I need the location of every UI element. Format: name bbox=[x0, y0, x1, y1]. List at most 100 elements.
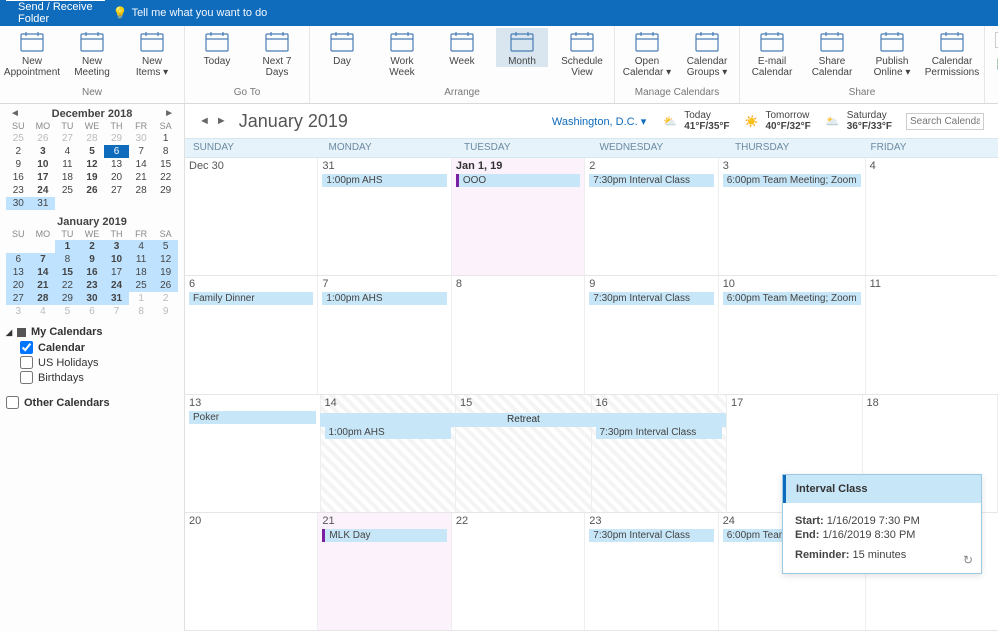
multiday-event-retreat[interactable]: Retreat bbox=[320, 413, 726, 427]
mini-cal-day[interactable]: 5 bbox=[55, 305, 80, 318]
mini-cal-day[interactable]: 17 bbox=[31, 171, 56, 184]
mini-cal-day[interactable]: 14 bbox=[129, 158, 154, 171]
menu-tab-send-receive[interactable]: Send / Receive bbox=[6, 1, 105, 13]
mini-cal-day[interactable]: 26 bbox=[80, 184, 105, 197]
mini-cal-day[interactable]: 8 bbox=[153, 145, 178, 158]
mini-cal-day[interactable]: 31 bbox=[31, 197, 56, 210]
mini-cal-day[interactable]: 21 bbox=[129, 171, 154, 184]
open-calendar[interactable]: OpenCalendar ▾ bbox=[621, 28, 673, 78]
mini-cal-day[interactable]: 17 bbox=[104, 266, 129, 279]
mini-cal-day[interactable]: 13 bbox=[104, 158, 129, 171]
mini-cal-day[interactable]: 24 bbox=[104, 279, 129, 292]
mini-cal-day[interactable]: 11 bbox=[55, 158, 80, 171]
mini-cal-day[interactable]: 26 bbox=[31, 132, 56, 145]
search-calendar-input[interactable] bbox=[906, 113, 984, 130]
mini-cal-day[interactable]: 1 bbox=[55, 240, 80, 253]
day-cell[interactable]: 106:00pm Team Meeting; Zoom bbox=[719, 276, 866, 393]
mini-cal-day[interactable]: 13 bbox=[6, 266, 31, 279]
day-cell[interactable]: 311:00pm AHS bbox=[318, 158, 451, 275]
mini-cal-day[interactable]: 20 bbox=[104, 171, 129, 184]
mini-cal-day[interactable]: 23 bbox=[80, 279, 105, 292]
mini-cal-day[interactable]: 23 bbox=[6, 184, 31, 197]
mini-cal-day[interactable]: 4 bbox=[31, 305, 56, 318]
calendar-event[interactable]: 1:00pm AHS bbox=[322, 292, 446, 305]
mini-cal-day[interactable] bbox=[31, 240, 56, 253]
mini-cal-day[interactable] bbox=[129, 197, 154, 210]
day-cell[interactable]: 237:30pm Interval Class bbox=[585, 513, 718, 630]
mini-cal-day[interactable]: 19 bbox=[153, 266, 178, 279]
mini-cal-day[interactable]: 15 bbox=[153, 158, 178, 171]
mini-cal-day[interactable]: 25 bbox=[6, 132, 31, 145]
new-items[interactable]: NewItems ▾ bbox=[126, 28, 178, 78]
calendar-event[interactable]: 1:00pm AHS bbox=[325, 426, 452, 439]
mini-cal-day[interactable]: 9 bbox=[153, 305, 178, 318]
mini-cal-day[interactable]: 2 bbox=[153, 292, 178, 305]
calendar-event[interactable]: Family Dinner bbox=[189, 292, 313, 305]
calendar-event[interactable]: Poker bbox=[189, 411, 316, 424]
month-view[interactable]: Month bbox=[496, 28, 548, 67]
weather-day[interactable]: 🌥️Saturday36°F/33°F bbox=[823, 110, 892, 132]
mini-cal-day[interactable]: 25 bbox=[55, 184, 80, 197]
day-cell[interactable]: 71:00pm AHS bbox=[318, 276, 451, 393]
mini-cal-day[interactable]: 3 bbox=[6, 305, 31, 318]
mini-cal-day[interactable]: 7 bbox=[104, 305, 129, 318]
mini-cal-day[interactable]: 4 bbox=[55, 145, 80, 158]
next7-btn[interactable]: Next 7Days bbox=[251, 28, 303, 78]
day-cell[interactable]: 21MLK Day bbox=[318, 513, 451, 630]
mini-cal-day[interactable]: 11 bbox=[129, 253, 154, 266]
calendar-permissions[interactable]: CalendarPermissions bbox=[926, 28, 978, 78]
mini-cal-day[interactable]: 26 bbox=[153, 279, 178, 292]
mini-cal-day[interactable]: 28 bbox=[31, 292, 56, 305]
day-cell[interactable]: 22 bbox=[452, 513, 585, 630]
mini-cal-day[interactable]: 27 bbox=[55, 132, 80, 145]
calendar-groups[interactable]: CalendarGroups ▾ bbox=[681, 28, 733, 78]
calendar-checkbox[interactable] bbox=[20, 341, 33, 354]
mini-cal-day[interactable]: 14 bbox=[31, 266, 56, 279]
mini-cal-day[interactable]: 8 bbox=[129, 305, 154, 318]
publish-online[interactable]: PublishOnline ▾ bbox=[866, 28, 918, 78]
calendar-event[interactable]: 7:30pm Interval Class bbox=[589, 292, 713, 305]
mini-cal-day[interactable] bbox=[80, 197, 105, 210]
email-calendar[interactable]: E-mailCalendar bbox=[746, 28, 798, 78]
tell-me-search[interactable]: 💡 Tell me what you want to do bbox=[113, 6, 268, 20]
mini-cal-day[interactable]: 8 bbox=[55, 253, 80, 266]
day-cell[interactable]: 97:30pm Interval Class bbox=[585, 276, 718, 393]
prev-month-btn[interactable]: ◄ bbox=[199, 115, 210, 127]
mini-cal-day[interactable]: 15 bbox=[55, 266, 80, 279]
day-cell[interactable]: Dec 30 bbox=[185, 158, 318, 275]
mini-cal-day[interactable]: 10 bbox=[104, 253, 129, 266]
mini-cal-day[interactable]: 16 bbox=[80, 266, 105, 279]
share-calendar[interactable]: ShareCalendar bbox=[806, 28, 858, 78]
calendar-checkbox[interactable] bbox=[20, 356, 33, 369]
mini-cal-day[interactable]: 12 bbox=[80, 158, 105, 171]
mini-cal-day[interactable]: 1 bbox=[153, 132, 178, 145]
mini-cal-day[interactable] bbox=[55, 197, 80, 210]
mini-cal-day[interactable]: 10 bbox=[31, 158, 56, 171]
calendar-event[interactable]: 7:30pm Interval Class bbox=[589, 529, 713, 542]
mini-cal-day[interactable] bbox=[153, 197, 178, 210]
mini-cal-day[interactable]: 4 bbox=[129, 240, 154, 253]
day-cell[interactable]: Jan 1, 19OOO bbox=[452, 158, 585, 275]
next-month-icon[interactable]: ► bbox=[164, 108, 174, 119]
mini-cal-day[interactable]: 30 bbox=[6, 197, 31, 210]
mini-cal-day[interactable]: 1 bbox=[129, 292, 154, 305]
calendar-event[interactable]: 1:00pm AHS bbox=[322, 174, 446, 187]
weather-day[interactable]: ⛅Today41°F/35°F bbox=[660, 110, 729, 132]
calendar-event[interactable]: 6:00pm Team Meeting; Zoom bbox=[723, 174, 861, 187]
day-cell[interactable]: 4 bbox=[866, 158, 998, 275]
calendar-event[interactable]: MLK Day bbox=[322, 529, 446, 542]
my-calendars-group[interactable]: ◢ My Calendars bbox=[6, 326, 178, 338]
mini-cal-day[interactable]: 2 bbox=[6, 145, 31, 158]
day-cell[interactable]: 11 bbox=[866, 276, 998, 393]
mini-cal-day[interactable]: 9 bbox=[80, 253, 105, 266]
mini-cal-day[interactable]: 6 bbox=[80, 305, 105, 318]
mini-cal-day[interactable]: 6 bbox=[104, 145, 129, 158]
day-view[interactable]: Day bbox=[316, 28, 368, 67]
location-selector[interactable]: Washington, D.C. ▾ bbox=[552, 115, 646, 128]
prev-month-icon[interactable]: ◄ bbox=[10, 108, 20, 119]
mini-cal-day[interactable]: 12 bbox=[153, 253, 178, 266]
mini-cal-day[interactable]: 18 bbox=[55, 171, 80, 184]
mini-cal-day[interactable]: 28 bbox=[129, 184, 154, 197]
today-btn[interactable]: Today bbox=[191, 28, 243, 67]
mini-cal-day[interactable]: 31 bbox=[104, 292, 129, 305]
